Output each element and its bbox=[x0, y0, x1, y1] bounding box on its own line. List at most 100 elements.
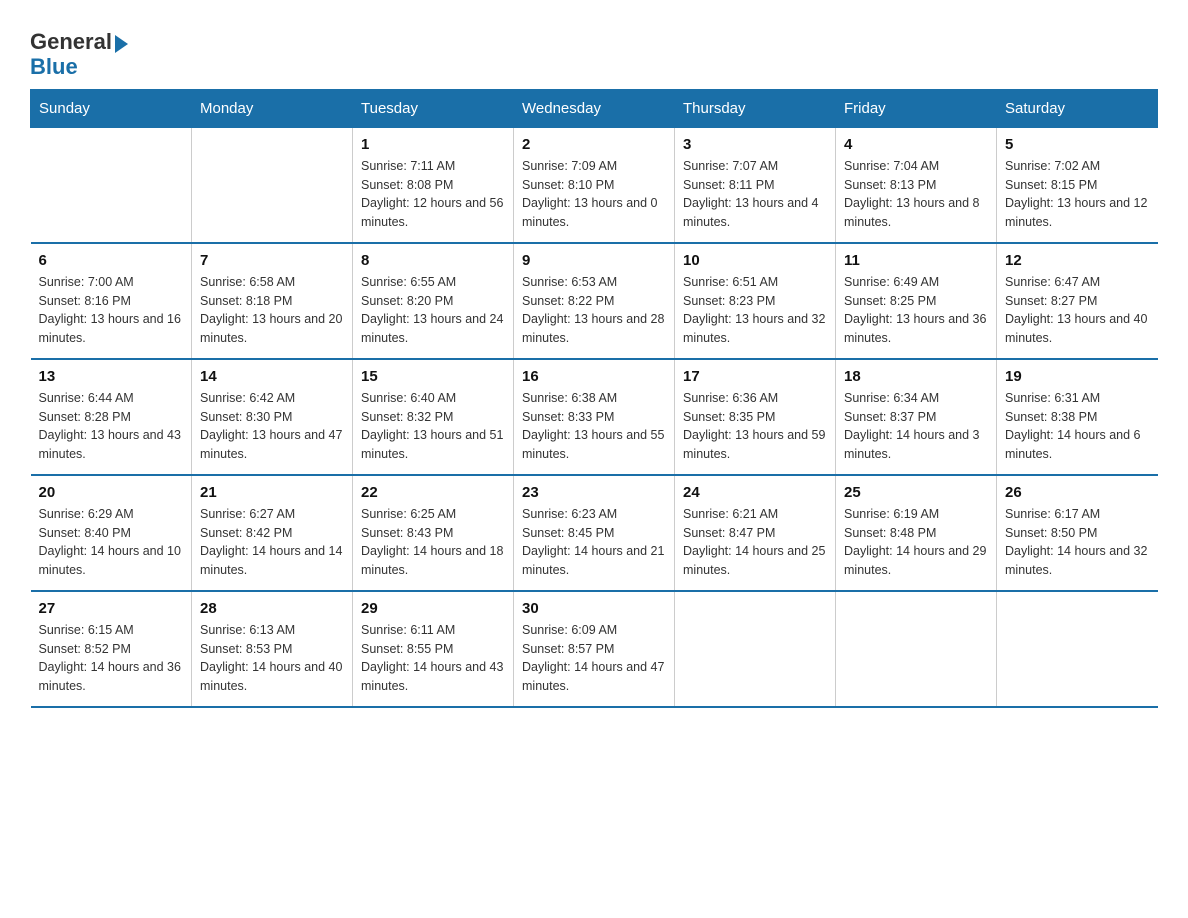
day-info: Sunrise: 6:53 AMSunset: 8:22 PMDaylight:… bbox=[522, 273, 666, 348]
day-number: 7 bbox=[200, 252, 344, 269]
calendar-week-row: 20 Sunrise: 6:29 AMSunset: 8:40 PMDayligh… bbox=[31, 475, 1158, 591]
day-info: Sunrise: 6:38 AMSunset: 8:33 PMDaylight:… bbox=[522, 389, 666, 464]
day-number: 20 bbox=[39, 484, 184, 501]
day-info: Sunrise: 6:51 AMSunset: 8:23 PMDaylight:… bbox=[683, 273, 827, 348]
calendar-cell: 3 Sunrise: 7:07 AMSunset: 8:11 PMDaylight… bbox=[675, 127, 836, 243]
calendar-cell: 28 Sunrise: 6:13 AMSunset: 8:53 PMDayligh… bbox=[192, 591, 353, 707]
calendar-cell: 19 Sunrise: 6:31 AMSunset: 8:38 PMDayligh… bbox=[997, 359, 1158, 475]
calendar-week-row: 13 Sunrise: 6:44 AMSunset: 8:28 PMDayligh… bbox=[31, 359, 1158, 475]
day-number: 10 bbox=[683, 252, 827, 269]
calendar-cell: 24 Sunrise: 6:21 AMSunset: 8:47 PMDayligh… bbox=[675, 475, 836, 591]
day-info: Sunrise: 6:58 AMSunset: 8:18 PMDaylight:… bbox=[200, 273, 344, 348]
day-number: 29 bbox=[361, 600, 505, 617]
day-number: 3 bbox=[683, 136, 827, 153]
logo-general: General bbox=[30, 29, 112, 54]
calendar-table: SundayMondayTuesdayWednesdayThursdayFrid… bbox=[30, 89, 1158, 708]
calendar-cell: 23Sunrise: 6:23 AMSunset: 8:45 PMDayligh… bbox=[514, 475, 675, 591]
day-number: 6 bbox=[39, 252, 184, 269]
day-info: Sunrise: 6:13 AMSunset: 8:53 PMDaylight:… bbox=[200, 621, 344, 696]
day-info: Sunrise: 6:29 AMSunset: 8:40 PMDaylight:… bbox=[39, 505, 184, 580]
logo-text-block: General Blue bbox=[30, 30, 128, 79]
calendar-cell: 30 Sunrise: 6:09 AMSunset: 8:57 PMDayligh… bbox=[514, 591, 675, 707]
day-header-tuesday: Tuesday bbox=[353, 89, 514, 127]
day-header-saturday: Saturday bbox=[997, 89, 1158, 127]
calendar-week-row: 6 Sunrise: 7:00 AMSunset: 8:16 PMDaylight… bbox=[31, 243, 1158, 359]
day-info: Sunrise: 6:09 AMSunset: 8:57 PMDaylight:… bbox=[522, 621, 666, 696]
calendar-cell: 15 Sunrise: 6:40 AMSunset: 8:32 PMDayligh… bbox=[353, 359, 514, 475]
day-info: Sunrise: 7:04 AMSunset: 8:13 PMDaylight:… bbox=[844, 157, 988, 232]
calendar-cell: 26 Sunrise: 6:17 AMSunset: 8:50 PMDayligh… bbox=[997, 475, 1158, 591]
calendar-cell: 13 Sunrise: 6:44 AMSunset: 8:28 PMDayligh… bbox=[31, 359, 192, 475]
day-info: Sunrise: 7:07 AMSunset: 8:11 PMDaylight:… bbox=[683, 157, 827, 232]
calendar-body: 1 Sunrise: 7:11 AMSunset: 8:08 PMDaylight… bbox=[31, 127, 1158, 707]
calendar-cell: 10 Sunrise: 6:51 AMSunset: 8:23 PMDayligh… bbox=[675, 243, 836, 359]
day-header-monday: Monday bbox=[192, 89, 353, 127]
calendar-cell bbox=[997, 591, 1158, 707]
calendar-cell: 7 Sunrise: 6:58 AMSunset: 8:18 PMDaylight… bbox=[192, 243, 353, 359]
day-info: Sunrise: 6:27 AMSunset: 8:42 PMDaylight:… bbox=[200, 505, 344, 580]
day-header-thursday: Thursday bbox=[675, 89, 836, 127]
day-info: Sunrise: 6:17 AMSunset: 8:50 PMDaylight:… bbox=[1005, 505, 1150, 580]
day-number: 4 bbox=[844, 136, 988, 153]
calendar-cell: 8Sunrise: 6:55 AMSunset: 8:20 PMDaylight… bbox=[353, 243, 514, 359]
day-info: Sunrise: 6:49 AMSunset: 8:25 PMDaylight:… bbox=[844, 273, 988, 348]
days-header-row: SundayMondayTuesdayWednesdayThursdayFrid… bbox=[31, 89, 1158, 127]
day-number: 8 bbox=[361, 252, 505, 269]
day-number: 11 bbox=[844, 252, 988, 269]
calendar-cell: 27 Sunrise: 6:15 AMSunset: 8:52 PMDayligh… bbox=[31, 591, 192, 707]
day-info: Sunrise: 6:40 AMSunset: 8:32 PMDaylight:… bbox=[361, 389, 505, 464]
calendar-cell bbox=[31, 127, 192, 243]
day-number: 1 bbox=[361, 136, 505, 153]
calendar-header: SundayMondayTuesdayWednesdayThursdayFrid… bbox=[31, 89, 1158, 127]
day-number: 27 bbox=[39, 600, 184, 617]
day-info: Sunrise: 6:15 AMSunset: 8:52 PMDaylight:… bbox=[39, 621, 184, 696]
calendar-cell: 17 Sunrise: 6:36 AMSunset: 8:35 PMDayligh… bbox=[675, 359, 836, 475]
day-header-wednesday: Wednesday bbox=[514, 89, 675, 127]
calendar-week-row: 1 Sunrise: 7:11 AMSunset: 8:08 PMDaylight… bbox=[31, 127, 1158, 243]
day-info: Sunrise: 6:11 AMSunset: 8:55 PMDaylight:… bbox=[361, 621, 505, 696]
day-info: Sunrise: 6:47 AMSunset: 8:27 PMDaylight:… bbox=[1005, 273, 1150, 348]
day-info: Sunrise: 7:00 AMSunset: 8:16 PMDaylight:… bbox=[39, 273, 184, 348]
day-number: 17 bbox=[683, 368, 827, 385]
calendar-cell: 29 Sunrise: 6:11 AMSunset: 8:55 PMDayligh… bbox=[353, 591, 514, 707]
logo: General Blue bbox=[30, 20, 128, 79]
day-number: 30 bbox=[522, 600, 666, 617]
day-number: 28 bbox=[200, 600, 344, 617]
day-info: Sunrise: 6:31 AMSunset: 8:38 PMDaylight:… bbox=[1005, 389, 1150, 464]
day-number: 26 bbox=[1005, 484, 1150, 501]
calendar-cell: 22 Sunrise: 6:25 AMSunset: 8:43 PMDayligh… bbox=[353, 475, 514, 591]
calendar-cell bbox=[836, 591, 997, 707]
day-number: 5 bbox=[1005, 136, 1150, 153]
calendar-cell: 11 Sunrise: 6:49 AMSunset: 8:25 PMDayligh… bbox=[836, 243, 997, 359]
day-number: 24 bbox=[683, 484, 827, 501]
day-number: 18 bbox=[844, 368, 988, 385]
calendar-cell: 21 Sunrise: 6:27 AMSunset: 8:42 PMDayligh… bbox=[192, 475, 353, 591]
day-number: 16 bbox=[522, 368, 666, 385]
day-number: 12 bbox=[1005, 252, 1150, 269]
day-header-friday: Friday bbox=[836, 89, 997, 127]
calendar-cell bbox=[675, 591, 836, 707]
day-info: Sunrise: 6:19 AMSunset: 8:48 PMDaylight:… bbox=[844, 505, 988, 580]
calendar-cell: 12 Sunrise: 6:47 AMSunset: 8:27 PMDayligh… bbox=[997, 243, 1158, 359]
day-info: Sunrise: 7:11 AMSunset: 8:08 PMDaylight:… bbox=[361, 157, 505, 232]
day-info: Sunrise: 6:42 AMSunset: 8:30 PMDaylight:… bbox=[200, 389, 344, 464]
day-info: Sunrise: 6:21 AMSunset: 8:47 PMDaylight:… bbox=[683, 505, 827, 580]
calendar-cell: 6 Sunrise: 7:00 AMSunset: 8:16 PMDaylight… bbox=[31, 243, 192, 359]
page-header: General Blue bbox=[30, 20, 1158, 79]
day-info: Sunrise: 6:44 AMSunset: 8:28 PMDaylight:… bbox=[39, 389, 184, 464]
day-info: Sunrise: 6:36 AMSunset: 8:35 PMDaylight:… bbox=[683, 389, 827, 464]
day-number: 21 bbox=[200, 484, 344, 501]
day-info: Sunrise: 7:09 AMSunset: 8:10 PMDaylight:… bbox=[522, 157, 666, 232]
day-number: 23 bbox=[522, 484, 666, 501]
calendar-cell bbox=[192, 127, 353, 243]
day-number: 13 bbox=[39, 368, 184, 385]
day-number: 22 bbox=[361, 484, 505, 501]
day-number: 19 bbox=[1005, 368, 1150, 385]
day-number: 15 bbox=[361, 368, 505, 385]
calendar-cell: 2Sunrise: 7:09 AMSunset: 8:10 PMDaylight… bbox=[514, 127, 675, 243]
calendar-cell: 9Sunrise: 6:53 AMSunset: 8:22 PMDaylight… bbox=[514, 243, 675, 359]
logo-arrow-icon bbox=[115, 35, 128, 53]
calendar-cell: 5Sunrise: 7:02 AMSunset: 8:15 PMDaylight… bbox=[997, 127, 1158, 243]
day-header-sunday: Sunday bbox=[31, 89, 192, 127]
day-info: Sunrise: 6:25 AMSunset: 8:43 PMDaylight:… bbox=[361, 505, 505, 580]
